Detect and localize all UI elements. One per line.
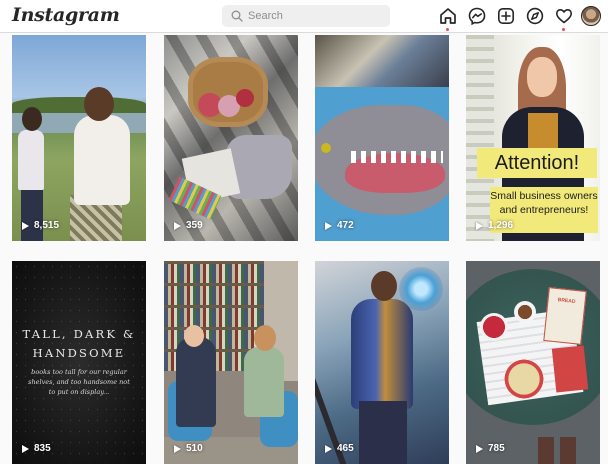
messenger-button[interactable] — [467, 6, 487, 26]
view-count: 785 — [476, 443, 505, 454]
video-tile-7[interactable]: 465 — [315, 261, 449, 464]
search-box[interactable] — [222, 5, 390, 27]
scene-shark-teeth — [351, 151, 443, 163]
view-count-text: 785 — [488, 443, 505, 454]
play-icon — [325, 444, 332, 453]
top-navigation-bar: Instagram — [0, 0, 608, 33]
video-tile-6[interactable]: 510 — [164, 261, 298, 464]
view-count-text: 472 — [337, 220, 354, 231]
scene-figure — [244, 347, 284, 417]
scene-figure — [176, 337, 216, 427]
profile-avatar[interactable] — [581, 6, 601, 26]
new-post-icon — [497, 7, 514, 24]
scene-figure — [84, 87, 114, 121]
scene-card — [551, 345, 589, 393]
scene-shark-eye — [321, 143, 331, 153]
view-count: 472 — [325, 220, 354, 231]
explore-icon — [526, 7, 544, 25]
active-indicator-dot — [446, 28, 449, 31]
play-icon — [22, 221, 29, 230]
activity-heart-icon — [556, 9, 572, 24]
video-tile-4[interactable]: Attention! Small business owners and ent… — [466, 35, 600, 241]
play-icon — [325, 221, 332, 230]
scene-magic-orb — [399, 267, 443, 311]
play-icon — [174, 221, 181, 230]
home-button[interactable] — [438, 6, 458, 26]
view-count-text: 1,296 — [488, 220, 514, 231]
video-tile-2[interactable]: 359 — [164, 35, 298, 241]
search-input[interactable] — [248, 8, 383, 24]
scene-figure — [254, 325, 276, 351]
scene-figure — [359, 401, 407, 464]
scene-figure — [371, 271, 397, 301]
search-icon — [231, 10, 243, 22]
view-count: 1,296 — [476, 220, 513, 231]
view-count-text: 8,515 — [34, 220, 60, 231]
view-count-text: 359 — [186, 220, 203, 231]
view-count-text: 510 — [186, 443, 203, 454]
scene-figure — [22, 107, 42, 131]
scene-figure — [21, 185, 43, 241]
view-count: 835 — [22, 443, 51, 454]
scene-figure — [184, 325, 204, 347]
play-icon — [22, 444, 29, 453]
scene-figure — [351, 299, 413, 409]
overlay-title: TALL, DARK & HANDSOME — [22, 327, 136, 360]
new-post-button[interactable] — [496, 6, 516, 26]
view-count-text: 835 — [34, 443, 51, 454]
view-count: 8,515 — [22, 220, 59, 231]
notification-dot — [562, 28, 565, 31]
scene-figure — [527, 57, 557, 97]
instagram-logo[interactable]: Instagram — [12, 4, 120, 26]
scene-shoes — [538, 437, 578, 464]
play-icon — [476, 221, 483, 230]
overlay-subtitle: books too tall for our regular shelves, … — [28, 368, 130, 396]
scene-bowl — [504, 359, 544, 399]
explore-button[interactable] — [525, 6, 545, 26]
view-count: 510 — [174, 443, 203, 454]
view-count: 359 — [174, 220, 203, 231]
overlay-title: BREAD — [543, 287, 587, 345]
scene-figure — [74, 115, 130, 205]
video-tile-8[interactable]: BREAD 785 — [466, 261, 600, 464]
video-tile-3[interactable]: 472 — [315, 35, 449, 241]
video-tile-1[interactable]: 8,515 — [12, 35, 146, 241]
scene-figure — [18, 130, 44, 190]
overlay-title: Attention! — [477, 148, 597, 178]
messenger-icon — [468, 7, 486, 26]
play-icon — [174, 444, 181, 453]
scene-books — [315, 35, 449, 87]
home-icon — [440, 8, 456, 24]
view-count: 465 — [325, 443, 354, 454]
scene-cup — [514, 301, 536, 323]
activity-button[interactable] — [554, 6, 574, 26]
video-tile-5[interactable]: TALL, DARK & HANDSOME books too tall for… — [12, 261, 146, 464]
scene-bowl — [480, 313, 508, 341]
view-count-text: 465 — [337, 443, 354, 454]
scene-fruit — [236, 89, 254, 107]
play-icon — [476, 444, 483, 453]
